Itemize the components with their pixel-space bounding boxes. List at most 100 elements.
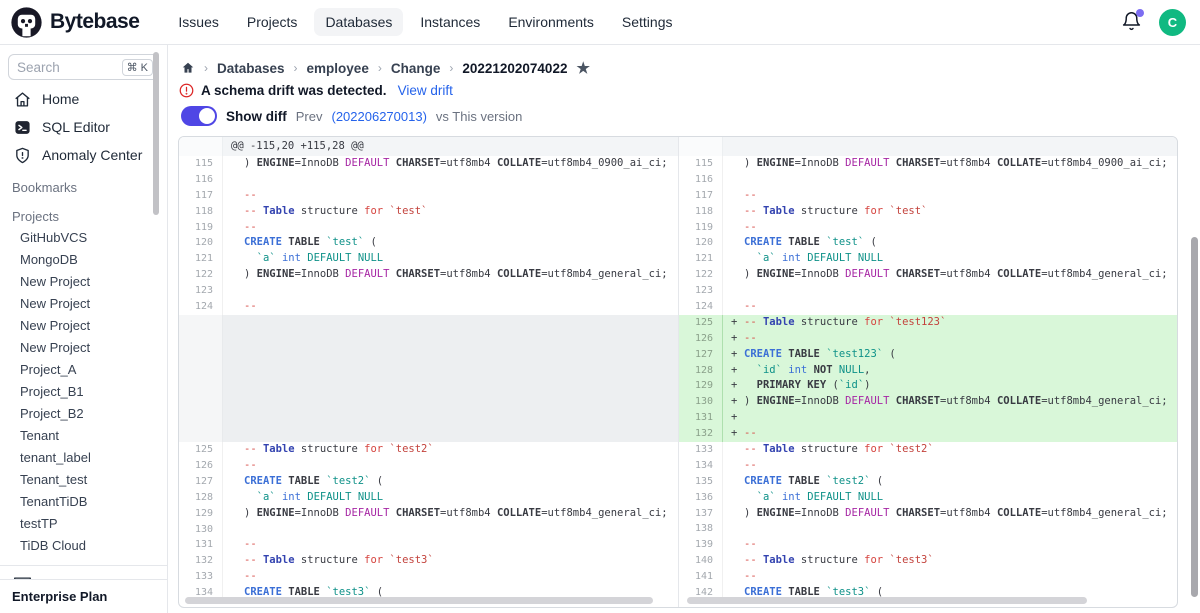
line-number: 117 [679, 188, 723, 204]
project-item[interactable]: New Project [0, 271, 167, 293]
project-item[interactable]: tenant_label [0, 447, 167, 469]
breadcrumb-item[interactable]: employee [307, 61, 369, 76]
line-code: ) ENGINE=InnoDB DEFAULT CHARSET=utf8mb4 … [223, 156, 678, 172]
diff-line-left-130: 130 [179, 522, 678, 538]
view-drift-link[interactable]: View drift [398, 83, 453, 98]
project-item[interactable]: New Project [0, 293, 167, 315]
sql-token: Table [763, 554, 795, 566]
user-avatar[interactable]: C [1159, 9, 1186, 36]
line-number: 132 [679, 426, 723, 442]
sql-token: -- [744, 316, 763, 328]
left-horizontal-scrollbar[interactable] [185, 597, 653, 604]
project-item[interactable]: Tenant_test [0, 469, 167, 491]
breadcrumb-item[interactable]: Change [391, 61, 441, 76]
right-horizontal-scrollbar[interactable] [687, 597, 1087, 604]
sql-token: =utf8mb4_general_ci; [541, 507, 667, 519]
diff-line-right-138: 138 [679, 521, 1177, 537]
vs-this-version-label: vs This version [436, 109, 522, 124]
sql-token: `test` [326, 236, 364, 248]
breadcrumb-home-icon[interactable] [181, 61, 195, 75]
line-code: ) ENGINE=InnoDB DEFAULT CHARSET=utf8mb4 … [723, 506, 1177, 522]
sql-token: =utf8mb4 [440, 268, 497, 280]
project-item[interactable]: GitHubVCS [0, 227, 167, 249]
nav-item-projects[interactable]: Projects [236, 8, 309, 36]
sidebar-item-sql-editor[interactable]: SQL Editor [0, 113, 167, 141]
breadcrumb-item[interactable]: Databases [217, 61, 285, 76]
line-code: `a` int DEFAULT NULL [223, 251, 678, 267]
search-placeholder: Search [17, 60, 60, 75]
search-input[interactable]: Search ⌘ K [8, 54, 159, 80]
diff-spacer-area [223, 315, 678, 442]
line-number: 131 [179, 537, 223, 553]
context-line-marker [731, 537, 744, 553]
diff-line-right-137: 137 ) ENGINE=InnoDB DEFAULT CHARSET=utf8… [679, 506, 1177, 522]
line-number: 134 [679, 458, 723, 474]
project-item[interactable]: Project_B2 [0, 403, 167, 425]
nav-item-issues[interactable]: Issues [167, 8, 229, 36]
project-item[interactable]: Project_B1 [0, 381, 167, 403]
project-item[interactable]: testTP [0, 513, 167, 535]
sql-token: structure [295, 205, 365, 217]
context-line-marker [231, 553, 244, 569]
diff-line-right-116: 116 [679, 172, 1177, 188]
sql-token: Table [263, 443, 295, 455]
project-item[interactable]: Tenant [0, 425, 167, 447]
nav-item-settings[interactable]: Settings [611, 8, 684, 36]
sql-token: DEFAULT [345, 157, 389, 169]
diff-spacer-left [179, 315, 678, 442]
line-code [223, 283, 678, 299]
context-line-marker [231, 204, 244, 220]
context-line-marker [731, 506, 744, 522]
sql-token [744, 379, 757, 391]
sql-token: ENGINE [757, 268, 795, 280]
line-code: -- Table structure for `test3` [723, 553, 1177, 569]
line-code: -- Table structure for `test` [223, 204, 678, 220]
line-number: 128 [179, 490, 223, 506]
sidebar-item-home[interactable]: Home [0, 85, 167, 113]
line-code: -- [223, 458, 678, 474]
sql-token: -- [744, 427, 757, 439]
bytebase-logo[interactable]: Bytebase [0, 6, 149, 39]
sql-token: ) [244, 268, 257, 280]
diff-toolbar: Show diff Prev (202206270013) vs This ve… [181, 106, 522, 126]
project-item[interactable]: New Project [0, 315, 167, 337]
line-number: 118 [179, 204, 223, 220]
context-line-marker [731, 490, 744, 506]
window-scrollbar[interactable] [1191, 237, 1198, 597]
line-number: 138 [679, 521, 723, 537]
notifications-bell-icon[interactable] [1121, 11, 1143, 33]
context-line-marker [231, 156, 244, 172]
prev-version-link[interactable]: (202206270013) [331, 109, 426, 124]
project-item[interactable]: MongoDB [0, 249, 167, 271]
sidebar-scrollbar[interactable] [153, 52, 159, 215]
context-line-marker [231, 283, 244, 299]
diff-line-left-133: 133 -- [179, 569, 678, 585]
project-item[interactable]: TiDB Cloud [0, 535, 167, 557]
sql-token: for [364, 205, 383, 217]
nav-item-databases[interactable]: Databases [314, 8, 403, 36]
sql-token [744, 364, 757, 376]
project-item[interactable]: TenantTiDB [0, 491, 167, 513]
nav-item-instances[interactable]: Instances [409, 8, 491, 36]
diff-pane-current: 115 ) ENGINE=InnoDB DEFAULT CHARSET=utf8… [678, 137, 1177, 607]
diff-line-right-139: 139 -- [679, 537, 1177, 553]
bookmark-star-icon[interactable]: ★ [576, 59, 589, 77]
sql-token: CREATE [744, 475, 782, 487]
sql-token [244, 252, 257, 264]
sql-token: structure [295, 443, 365, 455]
project-item[interactable]: New Project [0, 337, 167, 359]
project-item[interactable]: Project_A [0, 359, 167, 381]
context-line-marker [231, 506, 244, 522]
diff-line-right-134: 134 -- [679, 458, 1177, 474]
projects-section-label: Projects [0, 198, 167, 227]
diff-line-right-123: 123 [679, 283, 1177, 299]
sql-token: for [364, 554, 383, 566]
show-diff-toggle[interactable] [181, 106, 217, 126]
line-number: 121 [179, 251, 223, 267]
context-line-marker [731, 521, 744, 537]
line-number: 140 [679, 553, 723, 569]
sql-token: NOT [814, 364, 833, 376]
nav-item-environments[interactable]: Environments [497, 8, 605, 36]
sidebar-item-anomaly-center[interactable]: Anomaly Center [0, 141, 167, 169]
line-number: 118 [679, 204, 723, 220]
